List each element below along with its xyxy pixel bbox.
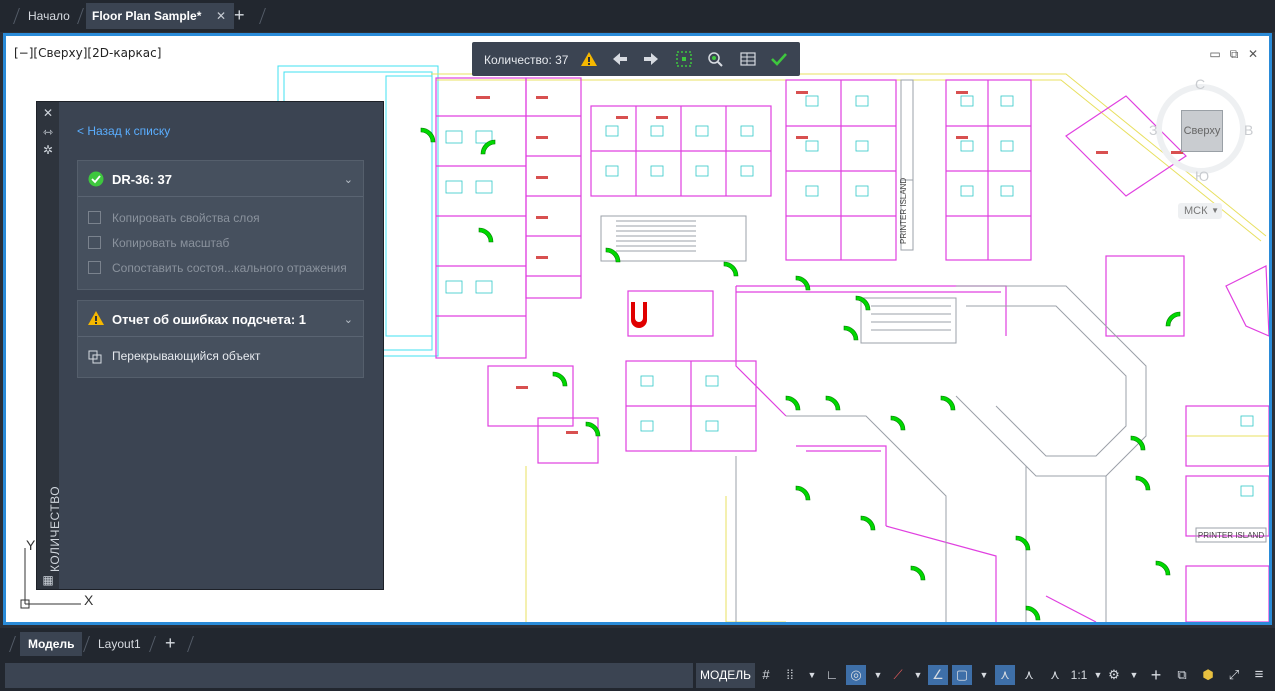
- compass-north-label[interactable]: С: [1195, 76, 1205, 92]
- annotation-scale-icon[interactable]: ⋏: [1045, 665, 1065, 685]
- status-bar: МОДЕЛЬ # ⁞⁞ ▼ ∟ ◎ ▼ ⟋ ▼ ∠ ▢ ▼ ⋏ ⋏ ⋏ 1:1 …: [0, 660, 1275, 691]
- annotation-visibility-icon[interactable]: ⋏: [995, 665, 1015, 685]
- menu-icon[interactable]: ≡: [1249, 665, 1269, 685]
- chevron-down-icon[interactable]: ▼: [802, 665, 822, 685]
- chevron-down-icon[interactable]: ▼: [908, 665, 928, 685]
- compass-south-label[interactable]: Ю: [1195, 168, 1209, 184]
- overlapping-object-item[interactable]: Перекрывающийся объект: [88, 349, 348, 365]
- copy-scale-checkbox[interactable]: [88, 236, 101, 249]
- viewport-controls-label[interactable]: [−][Сверху][2D-каркас]: [14, 46, 161, 60]
- workspace-gear-icon[interactable]: ⚙: [1104, 665, 1124, 685]
- overlap-icon: [88, 350, 102, 364]
- tab-separator: [77, 8, 84, 24]
- palette-vertical-title: КОЛИЧЕСТВО: [48, 485, 62, 572]
- palette-settings-icon[interactable]: ✲: [42, 144, 54, 156]
- polar-icon[interactable]: ◎: [846, 665, 866, 685]
- minimize-viewport-icon[interactable]: ▭: [1209, 48, 1221, 60]
- close-tab-icon[interactable]: ✕: [216, 3, 226, 29]
- block-count-card: DR-36: 37 ⌄ Копировать свойства слоя Коп…: [77, 160, 364, 290]
- isodraft-icon[interactable]: ∠: [928, 665, 948, 685]
- model-space-button[interactable]: МОДЕЛЬ: [696, 663, 755, 688]
- option-label: Сопоставить состоя...кального отражения: [112, 261, 347, 275]
- chevron-down-icon[interactable]: ▼: [974, 665, 994, 685]
- count-errors-card-header[interactable]: Отчет об ошибках подсчета: 1 ⌄: [78, 301, 363, 337]
- snap-icon[interactable]: ⁞⁞: [780, 665, 800, 685]
- option-label: Копировать масштаб: [112, 236, 230, 250]
- document-tab-bar: Начало Floor Plan Sample* ✕ +: [0, 0, 1275, 32]
- copy-layer-properties-checkbox[interactable]: [88, 211, 101, 224]
- command-line-input[interactable]: [5, 663, 693, 688]
- close-viewport-icon[interactable]: ✕: [1247, 48, 1259, 60]
- tab-separator: [13, 8, 20, 24]
- quantity-count-label: Количество: 37: [484, 53, 569, 67]
- block-count-card-header[interactable]: DR-36: 37 ⌄: [78, 161, 363, 197]
- tab-separator: [187, 636, 194, 652]
- viewcube-top-face[interactable]: Сверху: [1181, 110, 1223, 152]
- restore-viewport-icon[interactable]: ⧉: [1228, 48, 1240, 60]
- count-errors-card: Отчет об ошибках подсчета: 1 ⌄ Перекрыва…: [77, 300, 364, 378]
- osnap-tracking-icon[interactable]: ⟋: [888, 665, 908, 685]
- plus-icon[interactable]: +: [1146, 665, 1166, 685]
- chevron-down-icon[interactable]: ⌄: [344, 173, 353, 186]
- ucs-dropdown[interactable]: МСК ▼: [1178, 203, 1222, 219]
- tab-model[interactable]: Модель: [20, 632, 83, 656]
- auto-scale-icon[interactable]: ⋏: [1019, 665, 1039, 685]
- tab-separator: [149, 636, 156, 652]
- warning-icon: [88, 311, 104, 325]
- compass-west-label[interactable]: З: [1149, 122, 1157, 138]
- zoom-object-icon[interactable]: [706, 50, 724, 68]
- quantity-toolbar: Количество: 37: [472, 42, 800, 76]
- palette-quantity-icon: ▦: [42, 573, 54, 587]
- close-palette-icon[interactable]: ✕: [42, 107, 54, 119]
- overlapping-object-label: Перекрывающийся объект: [112, 349, 261, 363]
- chevron-down-icon[interactable]: ⌄: [344, 313, 353, 326]
- tab-layout1[interactable]: Layout1: [98, 632, 141, 656]
- tab-floor-plan-label: Floor Plan Sample*: [92, 9, 202, 23]
- tab-floor-plan[interactable]: Floor Plan Sample* ✕: [86, 3, 234, 29]
- grid-icon[interactable]: #: [756, 665, 776, 685]
- compass-east-label[interactable]: В: [1244, 122, 1253, 138]
- warning-icon[interactable]: [580, 50, 598, 68]
- isolate-objects-icon[interactable]: ⧉: [1172, 665, 1192, 685]
- palette-side-strip: ✕ ⇿ ✲ КОЛИЧЕСТВО ▦: [37, 102, 62, 589]
- chevron-down-icon[interactable]: ▼: [1124, 665, 1144, 685]
- tab-separator: [9, 636, 16, 652]
- autohide-icon[interactable]: ⇿: [42, 126, 54, 138]
- table-icon[interactable]: [739, 50, 757, 68]
- chevron-down-icon: ▼: [1211, 206, 1219, 215]
- checkmark-icon[interactable]: [770, 50, 788, 68]
- add-layout-button[interactable]: +: [165, 631, 176, 655]
- printer-island-label: PRINTER ISLAND: [899, 177, 908, 245]
- chevron-down-icon[interactable]: ▼: [868, 665, 888, 685]
- ortho-icon[interactable]: ∟: [822, 665, 842, 685]
- new-tab-button[interactable]: +: [234, 2, 245, 28]
- ucs-dropdown-label: МСК: [1184, 205, 1208, 217]
- option-label: Копировать свойства слоя: [112, 211, 260, 225]
- tab-separator: [259, 8, 266, 24]
- quantity-palette: ✕ ⇿ ✲ КОЛИЧЕСТВО ▦ < Назад к списку DR-3…: [36, 101, 384, 590]
- ucs-y-axis-label: Y: [26, 537, 36, 553]
- fullscreen-icon[interactable]: ⤢: [1224, 665, 1244, 685]
- arrow-left-icon[interactable]: [611, 50, 629, 68]
- layout-tab-bar: Модель Layout1 +: [0, 628, 1275, 660]
- ucs-x-axis-label: X: [84, 592, 94, 608]
- tab-home[interactable]: Начало: [28, 3, 70, 29]
- arrow-right-icon[interactable]: [642, 50, 660, 68]
- error-door: [631, 302, 647, 328]
- count-errors-title: Отчет об ошибках подсчета: 1: [112, 312, 306, 327]
- check-circle-icon: [88, 171, 104, 187]
- match-mirror-state-checkbox[interactable]: [88, 261, 101, 274]
- tab-separator: [83, 636, 90, 652]
- select-icon[interactable]: [675, 50, 693, 68]
- printer-island-label: PRINTER ISLAND: [1197, 531, 1265, 540]
- viewcube[interactable]: Сверху С Ю В З МСК ▼: [1146, 76, 1256, 226]
- block-count-title: DR-36: 37: [112, 172, 172, 187]
- back-to-list-link[interactable]: < Назад к списку: [77, 124, 170, 138]
- osnap-icon[interactable]: ▢: [952, 665, 972, 685]
- units-icon[interactable]: ⬢: [1198, 665, 1218, 685]
- annotation-scale-value[interactable]: 1:1: [1068, 665, 1090, 685]
